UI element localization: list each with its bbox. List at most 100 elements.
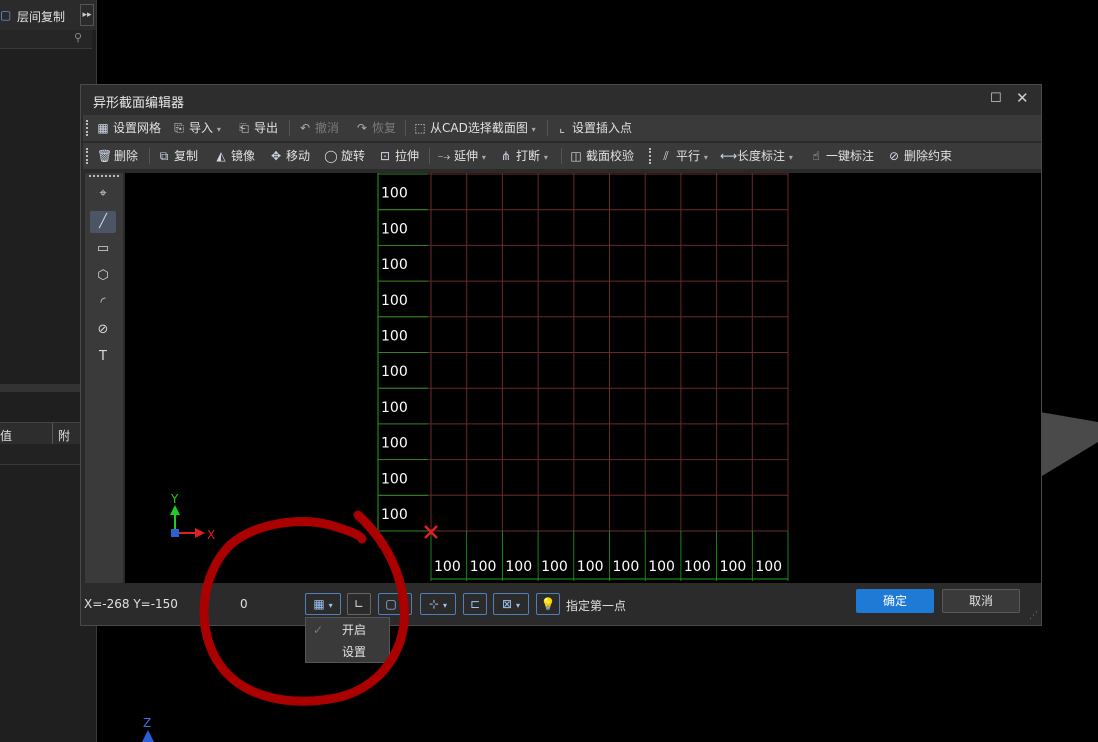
redo-icon: ↷ [356,121,368,135]
rectangle-tool-icon[interactable]: ▭ [90,238,116,260]
import-icon: ⎘ [174,121,184,135]
chevron-down-icon[interactable]: ▾ [789,153,793,162]
grid-dimension-label: 100 [505,559,532,575]
grid-dimension-label: 100 [755,559,782,575]
track-toggle-button[interactable]: ⊹ ▾ [420,593,456,615]
chevron-down-icon[interactable]: ▾ [532,125,536,134]
ok-button[interactable]: 确定 [856,589,934,613]
toolbar-edit: 🗑 删除 ⧉ 复制 ◭ 镜像 ✥ 移动 ◯ 旋转 ⊡ 拉伸 ⤍ 延伸 ▾ ⋔ 打断 ▾ ◫ 截面校… [83,143,1041,170]
left-panel-header: ▢ 层间复制 ▸▸ [0,0,96,30]
move-button[interactable]: ✥ 移动 [269,143,310,169]
left-panel-search[interactable]: ⚲ [0,30,92,49]
grid-dimension-label: 100 [381,329,408,345]
floor-copy-icon: ▢ [0,8,12,22]
left-panel-divider [0,384,80,392]
chevron-down-icon[interactable]: ▾ [704,153,708,162]
grid-dimension-label: 100 [720,559,747,575]
copy-icon: ⧉ [159,149,169,163]
text-tool-icon[interactable]: T [90,346,116,368]
delete-constraint-button[interactable]: ⊘ 删除约束 [887,143,952,169]
panel-grip [89,175,119,179]
grid-dimension-label: 100 [381,186,408,202]
line-tool-icon[interactable]: ╱ [90,211,116,233]
set-insert-point-button[interactable]: ⌞ 设置插入点 [555,115,632,141]
grid-icon: ▦ [97,121,109,135]
toolbar-separator [561,148,562,164]
chevron-down-icon[interactable]: ▾ [443,601,447,610]
property-table-header: 值 附加 [0,422,80,460]
toolbar-separator [405,120,406,136]
crosshair-tool-icon[interactable]: ⌖ [90,183,116,205]
copy-button[interactable]: ⧉ 复制 [157,143,198,169]
lightbulb-icon: 💡 [540,597,556,611]
stretch-button[interactable]: ⊡ 拉伸 [378,143,419,169]
break-icon: ⋔ [500,149,512,163]
floor-copy-button[interactable]: 层间复制 [17,8,65,25]
export-button[interactable]: ⎗ 导出 [237,115,278,141]
expand-icon[interactable]: ▸▸ [80,4,94,26]
grid-vertical-labels: 100100100100100100100100100100 [381,186,408,523]
polar-toggle-button[interactable]: ⊏ [463,593,487,615]
angle-toggle-button[interactable]: ⊠ ▾ [493,593,529,615]
length-dim-button[interactable]: ⟷长度标注 ▾ [720,143,793,169]
insert-point-icon: ⌞ [559,121,565,135]
pointer-icon: ☝ [812,149,820,163]
grid-dimension-label: 100 [577,559,604,575]
grid-dimension-label: 100 [381,400,408,416]
drawing-tools-panel: ⌖ ╱ ▭ ⬡ ◜ ⊘ T [85,173,123,583]
extend-button[interactable]: ⤍ 延伸 ▾ [437,143,486,169]
stretch-icon: ⊡ [379,149,391,163]
cancel-button[interactable]: 取消 [942,589,1020,613]
undo-icon: ↶ [299,121,311,135]
toolbar-separator [429,148,430,164]
parallel-icon: ⫽ [663,149,669,163]
dialog-titlebar: 异形截面编辑器 ☐ ✕ [81,85,1041,115]
resize-grip-icon[interactable]: ⋰ [1029,611,1038,621]
grid-dimension-label: 100 [613,559,640,575]
undo-button[interactable]: ↶ 撤消 [298,115,339,141]
grid-settings-button[interactable]: ▦ 设置网格 [96,115,161,141]
grid-dimension-label: 100 [381,257,408,273]
polygon-tool-icon[interactable]: ⬡ [90,265,116,287]
grid-dimension-label: 100 [648,559,675,575]
delete-button[interactable]: 🗑 删除 [97,143,138,169]
chevron-down-icon[interactable]: ▾ [544,153,548,162]
angle-icon: ⊠ [502,597,513,611]
redo-button[interactable]: ↷ 恢复 [355,115,396,141]
grid-dimension-label: 100 [381,293,408,309]
grid-dimension-label: 100 [684,559,711,575]
arc-tool-icon[interactable]: ◜ [90,292,116,314]
dialog-title: 异形截面编辑器 [93,96,185,111]
toolbar-grip [86,148,91,164]
toolbar-grip [649,148,654,164]
maximize-icon[interactable]: ☐ [990,91,1002,106]
mirror-button[interactable]: ◭ 镜像 [214,143,255,169]
z-axis-arrow [142,730,154,742]
grid-dimension-label: 100 [541,559,568,575]
chevron-down-icon[interactable]: ▾ [516,601,520,610]
move-icon: ✥ [270,149,282,163]
toolbar-separator [289,120,290,136]
chevron-down-icon[interactable]: ▾ [217,125,221,134]
grid-dimension-label: 100 [381,364,408,380]
coordinate-readout: X=-268 Y=-150 [84,597,178,611]
polar-icon: ⊏ [469,597,481,611]
search-icon: ⚲ [74,31,83,44]
circle-tool-icon[interactable]: ⊘ [90,319,116,341]
chevron-down-icon[interactable]: ▾ [482,153,486,162]
trash-icon: 🗑 [97,149,113,163]
rotate-button[interactable]: ◯ 旋转 [324,143,365,169]
grid-dimension-label: 100 [381,471,408,487]
break-button[interactable]: ⋔ 打断 ▾ [499,143,548,169]
select-from-cad-button[interactable]: ⬚ 从CAD选择截面图 ▾ [413,115,536,141]
column-divider [52,423,53,445]
column-value: 值 [0,429,13,443]
one-click-dim-button[interactable]: ☝ 一键标注 [809,143,874,169]
close-icon[interactable]: ✕ [1016,89,1029,107]
y-axis-label: Y [170,492,179,506]
parallel-button[interactable]: ⫽ 平行 ▾ [659,143,708,169]
hint-toggle-button[interactable]: 💡 [536,593,560,615]
import-button[interactable]: ⎘ 导入 ▾ [172,115,221,141]
grid-horizontal-labels: 100 100 100 100 100 100 100 100 100 100 [434,559,782,575]
section-check-button[interactable]: ◫ 截面校验 [569,143,634,169]
